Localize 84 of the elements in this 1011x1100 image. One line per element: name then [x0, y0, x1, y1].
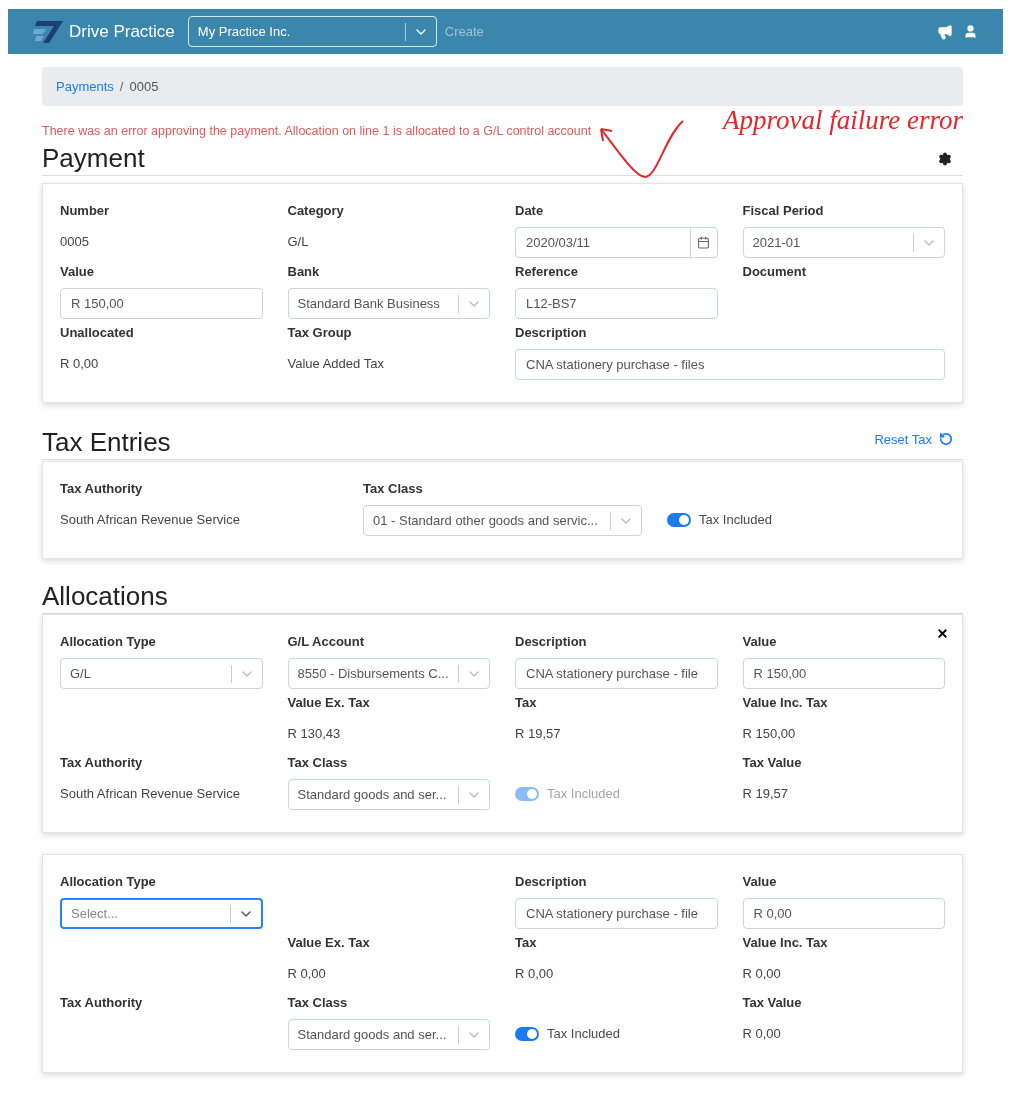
field-label: Value	[742, 633, 778, 651]
field-value: South African Revenue Service	[60, 785, 240, 804]
field-value: South African Revenue Service	[60, 511, 240, 530]
brand-name: Drive Practice	[69, 20, 175, 43]
field-label: Allocation Type	[60, 633, 157, 651]
field-label: Number	[60, 202, 111, 220]
input-field[interactable]: R 0,00	[742, 898, 945, 929]
toggle-label: Tax Included	[547, 1025, 620, 1044]
field-label: Tax	[515, 694, 538, 712]
input-field[interactable]: CNA stationery purchase - file	[515, 658, 718, 689]
field-label: Value	[742, 873, 778, 891]
remove-icon[interactable]	[936, 627, 949, 640]
field-label: Reference	[515, 263, 579, 281]
field-label: Allocation Type	[60, 873, 157, 891]
toggle-label: Tax Included	[547, 785, 620, 804]
company-select[interactable]: My Practice Inc.	[187, 16, 437, 47]
field-label: Tax Authority	[60, 994, 144, 1012]
select-field[interactable]: Standard goods and ser...	[287, 1019, 490, 1050]
input-field[interactable]: L12-BS7	[515, 288, 718, 319]
select-field[interactable]: 8550 - Disbursements C...	[287, 658, 490, 689]
breadcrumb-current: 0005	[129, 77, 159, 96]
input-field[interactable]: R 150,00	[60, 288, 263, 319]
breadcrumb-link[interactable]: Payments	[56, 76, 114, 97]
announcements-icon[interactable]	[937, 23, 953, 40]
field-value: R 0,00	[60, 355, 99, 374]
toggle-label: Tax Included	[699, 511, 772, 530]
select-field[interactable]: 01 - Standard other goods and servic...	[363, 505, 642, 536]
field-value: R 0,00	[515, 965, 554, 984]
breadcrumb-separator: /	[119, 77, 124, 96]
field-value: Value Added Tax	[287, 355, 384, 374]
field-label: Tax Class	[287, 754, 349, 772]
field-value: G/L	[287, 233, 309, 252]
field-label: Value Inc. Tax	[742, 934, 829, 952]
field-value: 0005	[60, 233, 89, 252]
select-field[interactable]: Select...	[60, 898, 263, 929]
select-field[interactable]: 2021-01	[742, 227, 945, 258]
field-label: Fiscal Period	[742, 202, 825, 220]
toggle-switch[interactable]	[515, 1027, 539, 1041]
reset-icon	[939, 432, 953, 447]
field-label: Value	[60, 263, 95, 281]
error-message: There was an error approving the payment. Allocation on line 1 is allocated to a G/L control account	[42, 123, 592, 140]
input-field[interactable]: CNA stationery purchase - files	[515, 349, 945, 380]
field-value: R 19,57	[515, 725, 561, 744]
field-value: R 130,43	[287, 725, 341, 744]
section-title: Payment	[42, 142, 145, 174]
field-value: R 19,57	[742, 785, 789, 804]
toggle-switch[interactable]	[667, 513, 691, 527]
field-label: Bank	[287, 263, 321, 281]
field-label: Value Ex. Tax	[287, 694, 371, 712]
field-label: Description	[515, 633, 588, 651]
select-field[interactable]: G/L	[60, 658, 263, 689]
annotation-text: Approval failure error	[723, 104, 963, 137]
field-label: Date	[515, 202, 545, 220]
select-field[interactable]: Standard Bank Business	[287, 288, 490, 319]
field-label: Tax Authority	[60, 754, 144, 772]
field-label: Tax Value	[742, 994, 803, 1012]
logo-icon	[33, 18, 65, 45]
input-field[interactable]: R 150,00	[742, 658, 945, 689]
field-label: G/L Account	[287, 633, 366, 651]
date-field[interactable]: 2020/03/11	[515, 227, 718, 258]
reset-tax-link[interactable]: Reset Tax	[874, 429, 953, 449]
section-title: Tax Entries	[42, 426, 171, 459]
field-value: R 0,00	[742, 1025, 781, 1044]
field-label: Category	[287, 202, 345, 220]
field-label: Tax Class	[287, 994, 349, 1012]
field-label: Tax Class	[363, 480, 424, 498]
field-value: R 150,00	[742, 725, 796, 744]
field-value: R 0,00	[287, 965, 326, 984]
field-label: Value Inc. Tax	[742, 694, 829, 712]
input-field[interactable]: CNA stationery purchase - file	[515, 898, 718, 929]
field-label: Tax Group	[287, 324, 353, 342]
field-label: Description	[515, 324, 588, 342]
field-label: Tax Value	[742, 754, 803, 772]
field-label: Tax	[515, 934, 538, 952]
user-icon[interactable]	[963, 24, 978, 39]
settings-icon[interactable]	[938, 152, 952, 166]
field-label: Description	[515, 873, 588, 891]
field-label: Value Ex. Tax	[287, 934, 371, 952]
field-label: Document	[742, 263, 808, 281]
select-field[interactable]: Standard goods and ser...	[287, 779, 490, 810]
field-value: R 0,00	[742, 965, 781, 984]
calendar-icon[interactable]	[697, 236, 710, 249]
field-label: Tax Authority	[60, 480, 144, 498]
field-label: Unallocated	[60, 324, 135, 342]
